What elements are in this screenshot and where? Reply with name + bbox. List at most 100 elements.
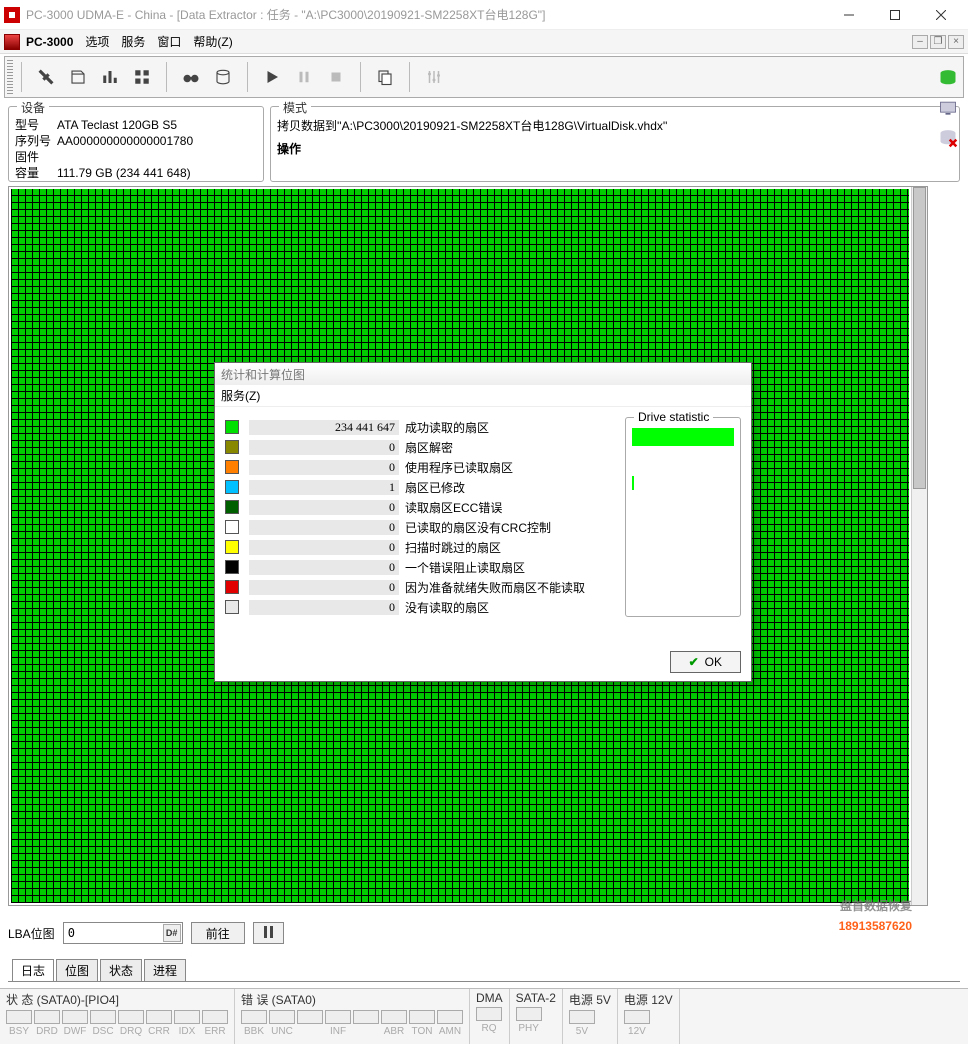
map-scrollbar[interactable]: [911, 187, 927, 905]
stat-swatch: [225, 440, 239, 454]
ok-button[interactable]: ✔ OK: [670, 651, 741, 673]
led-box: [516, 1007, 542, 1021]
mode-panel-title: 模式: [279, 99, 311, 116]
screen-icon[interactable]: [936, 96, 960, 120]
stat-count: 0: [249, 560, 399, 575]
disk-icon[interactable]: [936, 66, 960, 90]
led-label: INF: [330, 1026, 346, 1037]
stat-count: 234 441 647: [249, 420, 399, 435]
mdi-minimize-button[interactable]: –: [912, 35, 928, 49]
tab-log[interactable]: 日志: [12, 959, 54, 981]
drive-statistic-tick: [632, 476, 634, 490]
copy-icon[interactable]: [373, 65, 397, 89]
stat-label: 读取扇区ECC错误: [405, 499, 615, 516]
stat-swatch: [225, 500, 239, 514]
menu-help[interactable]: 帮助(Z): [193, 33, 232, 50]
stat-row: 1扇区已修改: [225, 477, 615, 497]
status-group-header: DMA: [476, 991, 503, 1005]
value-serial: AA000000000000001780: [57, 133, 257, 149]
status-group-header: 电源 12V: [624, 991, 673, 1008]
stat-count: 0: [249, 520, 399, 535]
toolbar: [4, 56, 964, 98]
drive-statistic-bar: [632, 428, 734, 446]
stat-swatch: [225, 520, 239, 534]
status-led: CRR: [146, 1010, 172, 1037]
stat-label: 使用程序已读取扇区: [405, 459, 615, 476]
tools-icon[interactable]: [34, 65, 58, 89]
stat-label: 没有读取的扇区: [405, 599, 615, 616]
mdi-close-button[interactable]: ×: [948, 35, 964, 49]
led-box: [146, 1010, 172, 1024]
status-led: BBK: [241, 1010, 267, 1037]
window-minimize-button[interactable]: [826, 0, 872, 30]
menu-window[interactable]: 窗口: [157, 33, 181, 50]
tab-bitmap[interactable]: 位图: [56, 959, 98, 981]
goto-button[interactable]: 前往: [191, 922, 245, 944]
drive-statistic-panel: Drive statistic: [625, 417, 741, 617]
stat-row: 0 一个错误阻止读取扇区: [225, 557, 615, 577]
stat-count: 0: [249, 460, 399, 475]
stat-row: 0扫描时跳过的扇区: [225, 537, 615, 557]
led-box: [202, 1010, 228, 1024]
title-bar: PC-3000 UDMA-E - China - [Data Extractor…: [0, 0, 968, 30]
sectors-icon[interactable]: [130, 65, 154, 89]
stat-swatch: [225, 480, 239, 494]
dialog-title: 统计和计算位图: [215, 363, 751, 385]
stat-label: 一个错误阻止读取扇区: [405, 559, 615, 576]
stat-row: 0已读取的扇区没有CRC控制: [225, 517, 615, 537]
database-icon[interactable]: [211, 65, 235, 89]
check-icon: ✔: [689, 655, 699, 669]
mdi-restore-button[interactable]: ❐: [930, 35, 946, 49]
scrollbar-thumb[interactable]: [913, 187, 926, 489]
pause-button[interactable]: [253, 922, 284, 944]
tab-status[interactable]: 状态: [100, 959, 142, 981]
led-box: [62, 1010, 88, 1024]
dialog-menu-services[interactable]: 服务(Z): [215, 385, 751, 407]
document-icon[interactable]: [66, 65, 90, 89]
toolbar-handle[interactable]: [7, 60, 13, 94]
label-capacity: 容量: [15, 165, 57, 181]
led-box: [241, 1010, 267, 1024]
stats-icon[interactable]: [98, 65, 122, 89]
led-box: [174, 1010, 200, 1024]
stat-row: 234 441 647成功读取的扇区: [225, 417, 615, 437]
binoculars-icon[interactable]: [179, 65, 203, 89]
window-close-button[interactable]: [918, 0, 964, 30]
lba-unit-button[interactable]: D#: [163, 924, 181, 942]
statistics-dialog: 统计和计算位图 服务(Z) 234 441 647成功读取的扇区0扇区解密0使用…: [214, 362, 752, 682]
led-box: [118, 1010, 144, 1024]
value-capacity: 111.79 GB (234 441 648): [57, 165, 257, 181]
pause-icon[interactable]: [292, 65, 316, 89]
window-maximize-button[interactable]: [872, 0, 918, 30]
led-label: UNC: [271, 1026, 293, 1037]
label-serial: 序列号: [15, 133, 57, 149]
led-label: DRD: [36, 1026, 58, 1037]
disk-cancel-icon[interactable]: [936, 126, 960, 150]
status-group-header: 电源 5V: [569, 991, 611, 1008]
led-box: [34, 1010, 60, 1024]
menu-options[interactable]: 选项: [85, 33, 109, 50]
led-label: BBK: [244, 1026, 264, 1037]
led-label: ABR: [384, 1026, 405, 1037]
stat-row: 0 使用程序已读取扇区: [225, 457, 615, 477]
status-led: INF: [325, 1010, 351, 1037]
stop-icon[interactable]: [324, 65, 348, 89]
menu-services[interactable]: 服务: [121, 33, 145, 50]
led-label: IDX: [179, 1026, 196, 1037]
led-box: [90, 1010, 116, 1024]
led-label: RQ: [482, 1023, 497, 1034]
label-firmware: 固件: [15, 149, 57, 165]
status-led: 12V: [624, 1010, 650, 1037]
led-box: [325, 1010, 351, 1024]
sliders-icon[interactable]: [422, 65, 446, 89]
stat-row: 0读取扇区ECC错误: [225, 497, 615, 517]
play-icon[interactable]: [260, 65, 284, 89]
led-box: [269, 1010, 295, 1024]
drive-statistic-title: Drive statistic: [634, 410, 713, 424]
value-firmware: [57, 149, 257, 165]
led-label: DRQ: [120, 1026, 142, 1037]
stat-swatch: [225, 460, 239, 474]
status-led: [297, 1010, 323, 1037]
stat-count: 0: [249, 580, 399, 595]
tab-process[interactable]: 进程: [144, 959, 186, 981]
